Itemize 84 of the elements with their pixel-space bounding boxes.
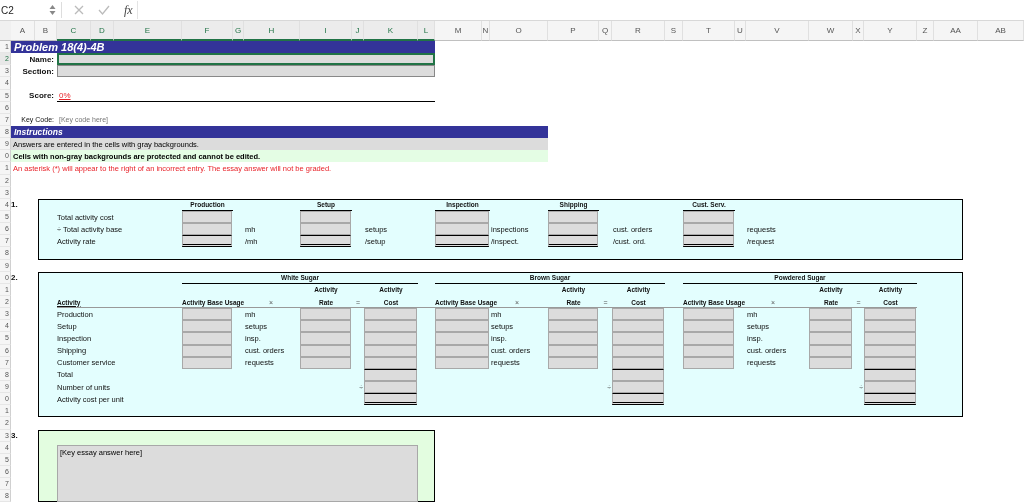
input-cell[interactable] [182,223,232,236]
input-cell[interactable] [300,332,351,345]
column-header[interactable]: AA [934,21,978,41]
column-header[interactable]: S [665,21,683,41]
input-cell[interactable] [300,223,351,236]
instructions-title: Instructions [11,126,548,139]
checkmark-icon[interactable] [98,5,110,15]
input-cell[interactable] [683,223,734,236]
column-header[interactable]: J [352,21,364,41]
input-cell[interactable] [612,332,664,345]
input-cell[interactable] [864,320,916,333]
name-label: Name: [28,53,55,66]
input-cell[interactable] [864,332,916,345]
column-header[interactable]: AB [978,21,1024,41]
column-header[interactable]: U [735,21,746,41]
select-all-corner[interactable] [0,21,11,41]
input-cell[interactable] [809,320,852,333]
column-header[interactable]: Z [917,21,934,41]
input-cell[interactable] [435,223,489,236]
input-cell[interactable] [612,308,664,321]
column-header[interactable]: T [683,21,735,41]
cancel-icon[interactable] [74,5,84,15]
section-label: Section: [21,65,55,78]
input-cell[interactable] [809,308,852,321]
part-number: 3. [11,430,19,442]
input-cell[interactable] [300,308,351,321]
input-cell[interactable] [548,223,598,236]
input-cell[interactable] [612,320,664,333]
input-cell[interactable] [548,308,598,321]
input-cell[interactable] [364,393,417,406]
part-number: 2. [11,272,19,284]
stepper-icon[interactable] [49,4,56,16]
column-header[interactable]: C [57,21,91,41]
input-cell[interactable] [612,393,664,406]
column-header[interactable]: W [809,21,853,41]
input-cell[interactable] [364,320,417,333]
input-cell[interactable] [182,320,232,333]
column-header[interactable]: D [91,21,114,41]
column-header[interactable]: I [300,21,352,41]
input-cell[interactable] [548,332,598,345]
input-cell[interactable] [548,320,598,333]
part-number: 1. [11,199,19,211]
input-cell[interactable] [683,308,734,321]
input-cell[interactable] [683,235,734,248]
input-cell[interactable] [435,332,489,345]
column-header[interactable]: Y [864,21,917,41]
input-cell[interactable] [435,320,489,333]
column-header[interactable]: O [490,21,548,41]
input-cell[interactable] [435,235,489,248]
column-header[interactable]: F [182,21,233,41]
input-cell[interactable] [364,308,417,321]
input-cell[interactable] [182,235,232,248]
column-header[interactable]: M [435,21,482,41]
input-cell[interactable] [182,332,232,345]
input-cell[interactable] [864,393,916,406]
column-header[interactable]: G [233,21,244,41]
column-header[interactable]: L [418,21,435,41]
column-header[interactable]: E [114,21,182,41]
input-cell[interactable] [300,320,351,333]
column-header[interactable]: Q [599,21,612,41]
input-cell[interactable] [683,332,734,345]
problem-title: Problem 18(4)-4B [11,41,435,54]
input-cell[interactable] [300,235,351,248]
input-cell[interactable] [182,308,232,321]
score-value: 0% [58,90,72,102]
column-header[interactable]: A [11,21,35,41]
input-cell[interactable] [864,308,916,321]
column-header[interactable]: R [612,21,665,41]
input-cell[interactable] [548,235,598,248]
column-header[interactable]: P [548,21,599,41]
function-button[interactable]: fx [124,2,133,18]
input-cell[interactable] [683,320,734,333]
column-header[interactable]: B [35,21,57,41]
column-header[interactable]: H [244,21,300,41]
score-label: Score: [28,90,55,102]
column-header[interactable]: V [746,21,809,41]
section-field[interactable] [57,65,435,78]
input-cell[interactable] [435,308,489,321]
input-cell[interactable] [809,332,852,345]
column-header[interactable]: K [364,21,418,41]
input-cell[interactable] [364,332,417,345]
name-field[interactable] [57,53,435,66]
name-box[interactable]: C2 [0,4,49,16]
column-header[interactable]: X [853,21,864,41]
